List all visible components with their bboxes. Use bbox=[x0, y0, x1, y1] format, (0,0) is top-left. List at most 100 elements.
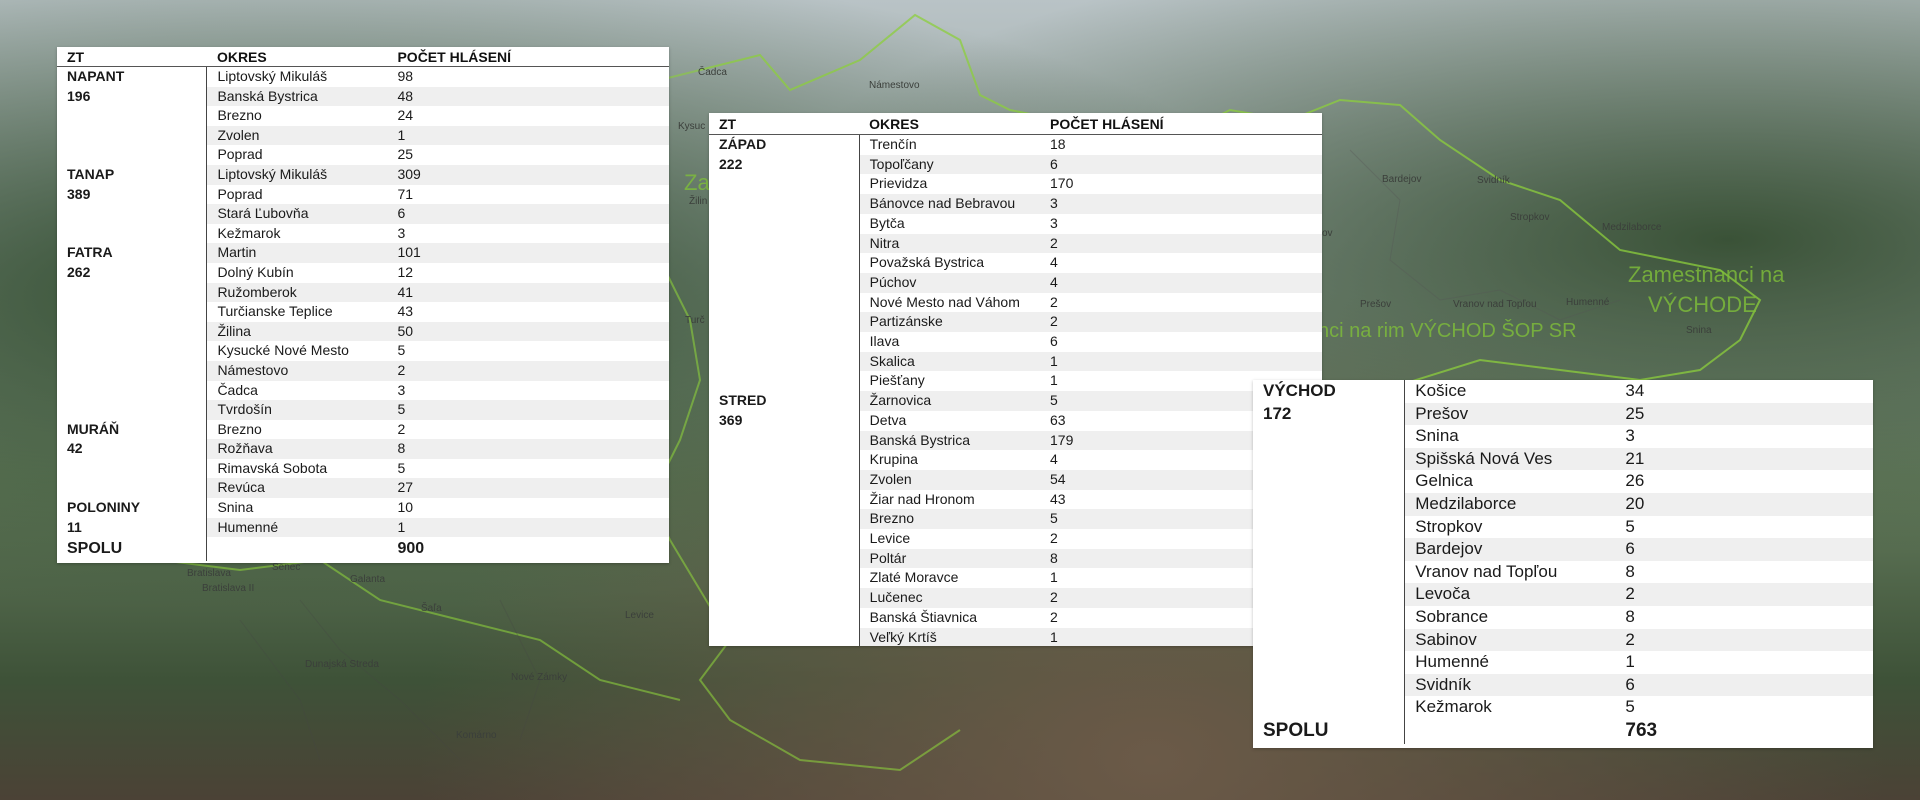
zt-cell bbox=[57, 360, 208, 381]
zt-cell bbox=[57, 302, 208, 322]
zt-cell bbox=[1253, 651, 1406, 674]
table-row: Spišská Nová Ves 21 bbox=[1253, 447, 1873, 471]
table-row: Sabinov 2 bbox=[1253, 628, 1873, 652]
district-name: Krupina bbox=[869, 451, 918, 468]
report-count: 25 bbox=[397, 146, 414, 163]
map-label: Levice bbox=[625, 610, 654, 621]
report-count: 6 bbox=[1615, 673, 1873, 697]
table-body: VÝCHOD Košice 34 172 Prešov 25 Snina 3 Spišská N… bbox=[1253, 380, 1873, 744]
district-name: Revúca bbox=[206, 478, 388, 499]
table-row: Kysucké Nové Mesto 5 bbox=[57, 341, 669, 361]
table-panel-middle: ZT OKRES POČET HLÁSENÍ ZÁPAD Trenčín 18 222 Top… bbox=[709, 113, 1322, 646]
table-row: Nové Mesto nad Váhom 2 bbox=[709, 292, 1322, 313]
district-name: Ilava bbox=[869, 333, 900, 350]
report-count: 34 bbox=[1625, 381, 1645, 400]
district-name: Detva bbox=[869, 411, 907, 428]
zt-total: 389 bbox=[57, 184, 208, 205]
table-row: Banská Štiavnica 2 bbox=[709, 607, 1322, 628]
zt-cell bbox=[709, 509, 860, 530]
report-count: 170 bbox=[1050, 175, 1074, 192]
zt-cell bbox=[1253, 425, 1406, 448]
total-row: SPOLU 900 bbox=[57, 537, 669, 562]
report-count: 3 bbox=[1040, 194, 1322, 214]
table-row: Považská Bystrica 4 bbox=[709, 253, 1322, 273]
zt-name: FATRA bbox=[57, 243, 208, 263]
zt-cell bbox=[57, 125, 208, 146]
zt-cell bbox=[1253, 492, 1406, 516]
district-name: Kežmarok bbox=[1415, 697, 1492, 717]
zt-cell bbox=[709, 489, 860, 510]
district-name: Žiar nad Hronom bbox=[869, 490, 975, 507]
zt-cell bbox=[709, 253, 860, 273]
district-name: Humenné bbox=[206, 517, 388, 538]
table-row: Brezno 5 bbox=[709, 509, 1322, 530]
map-label: Prešov bbox=[1360, 299, 1392, 310]
table-row: Stará Ľubovňa 6 bbox=[57, 204, 669, 224]
map-label: Kysuc bbox=[678, 121, 706, 132]
table-row: Ružomberok 41 bbox=[57, 282, 669, 303]
zt-cell bbox=[1253, 628, 1406, 652]
zt-cell bbox=[1253, 583, 1406, 606]
district-name: Spišská Nová Ves bbox=[1404, 447, 1616, 471]
zt-name: VÝCHOD bbox=[1253, 380, 1406, 403]
district-name: Rožňava bbox=[206, 439, 388, 459]
zt-total: 196 bbox=[57, 86, 208, 107]
header-okres: OKRES bbox=[859, 113, 1040, 135]
district-name: Levoča bbox=[1404, 583, 1616, 606]
zt-cell bbox=[709, 469, 860, 490]
map-label: Galanta bbox=[350, 574, 386, 585]
table-row: Medzilaborce 20 bbox=[1253, 492, 1873, 516]
zt-cell bbox=[709, 312, 860, 333]
zt-cell bbox=[1253, 560, 1406, 584]
district-name: Svidník bbox=[1404, 673, 1616, 697]
district-name: Levice bbox=[869, 530, 911, 547]
table-row: Skalica 1 bbox=[709, 351, 1322, 372]
district-name: Liptovský Mikuláš bbox=[206, 164, 388, 185]
district-name: Banská Bystrica bbox=[206, 86, 388, 107]
report-count: 6 bbox=[387, 204, 669, 224]
table-row: 369 Detva 63 bbox=[709, 410, 1322, 431]
district-name: Sobrance bbox=[1415, 606, 1489, 626]
zt-name: STRED bbox=[709, 391, 860, 411]
zt-cell bbox=[709, 607, 860, 628]
table-row: Sobrance 8 bbox=[1253, 605, 1873, 629]
district-name: Tvrdošín bbox=[206, 400, 388, 420]
zt-cell bbox=[57, 458, 208, 479]
district-name: Liptovský Mikuláš bbox=[217, 68, 328, 84]
table-row: POLONINY Snina 10 bbox=[57, 498, 669, 518]
table-row: Zlaté Moravce 1 bbox=[709, 568, 1322, 589]
report-count: 1 bbox=[387, 125, 669, 146]
zt-cell bbox=[57, 106, 208, 126]
total-row: SPOLU 763 bbox=[1253, 718, 1873, 744]
district-name: Žarnovica bbox=[859, 391, 1040, 411]
district-name: Považská Bystrica bbox=[869, 254, 985, 271]
table-row: Stropkov 5 bbox=[1253, 515, 1873, 539]
district-name: Stará Ľubovňa bbox=[206, 204, 388, 224]
table-header: ZT OKRES POČET HLÁSENÍ bbox=[57, 47, 669, 67]
total-spacer bbox=[1405, 719, 1616, 744]
zt-total: 42 bbox=[57, 439, 208, 459]
report-count: 3 bbox=[397, 381, 406, 398]
table-row: Piešťany 1 bbox=[709, 371, 1322, 392]
zt-total: 222 bbox=[709, 154, 860, 175]
zt-cell bbox=[709, 292, 860, 313]
map-label: Vranov nad Topľou bbox=[1453, 299, 1537, 310]
report-count: 309 bbox=[387, 164, 669, 185]
table-row: Krupina 4 bbox=[709, 450, 1322, 470]
table-body: ZÁPAD Trenčín 18 222 Topoľčany 6 Prievidza 170 B… bbox=[709, 134, 1322, 646]
zt-cell bbox=[709, 332, 860, 352]
map-label: ov bbox=[1322, 228, 1333, 239]
table-row: Gelnica 26 bbox=[1253, 470, 1873, 493]
table-row: Žilina 50 bbox=[57, 321, 669, 342]
district-name: Púchov bbox=[859, 272, 1040, 293]
map-label: Šaľa bbox=[421, 603, 442, 614]
table-row: Kežmarok 3 bbox=[57, 223, 669, 244]
table-row: Zvolen 1 bbox=[57, 125, 669, 146]
report-count: 98 bbox=[397, 68, 414, 84]
table-panel-left: ZT OKRES POČET HLÁSENÍ NAPANT Liptovský Miku… bbox=[57, 47, 669, 563]
map-label: Senec bbox=[272, 562, 301, 573]
table-row: Bytča 3 bbox=[709, 213, 1322, 234]
report-count: 21 bbox=[1615, 447, 1873, 471]
zt-cell bbox=[1253, 470, 1406, 493]
table-row: Čadca 3 bbox=[57, 380, 669, 401]
